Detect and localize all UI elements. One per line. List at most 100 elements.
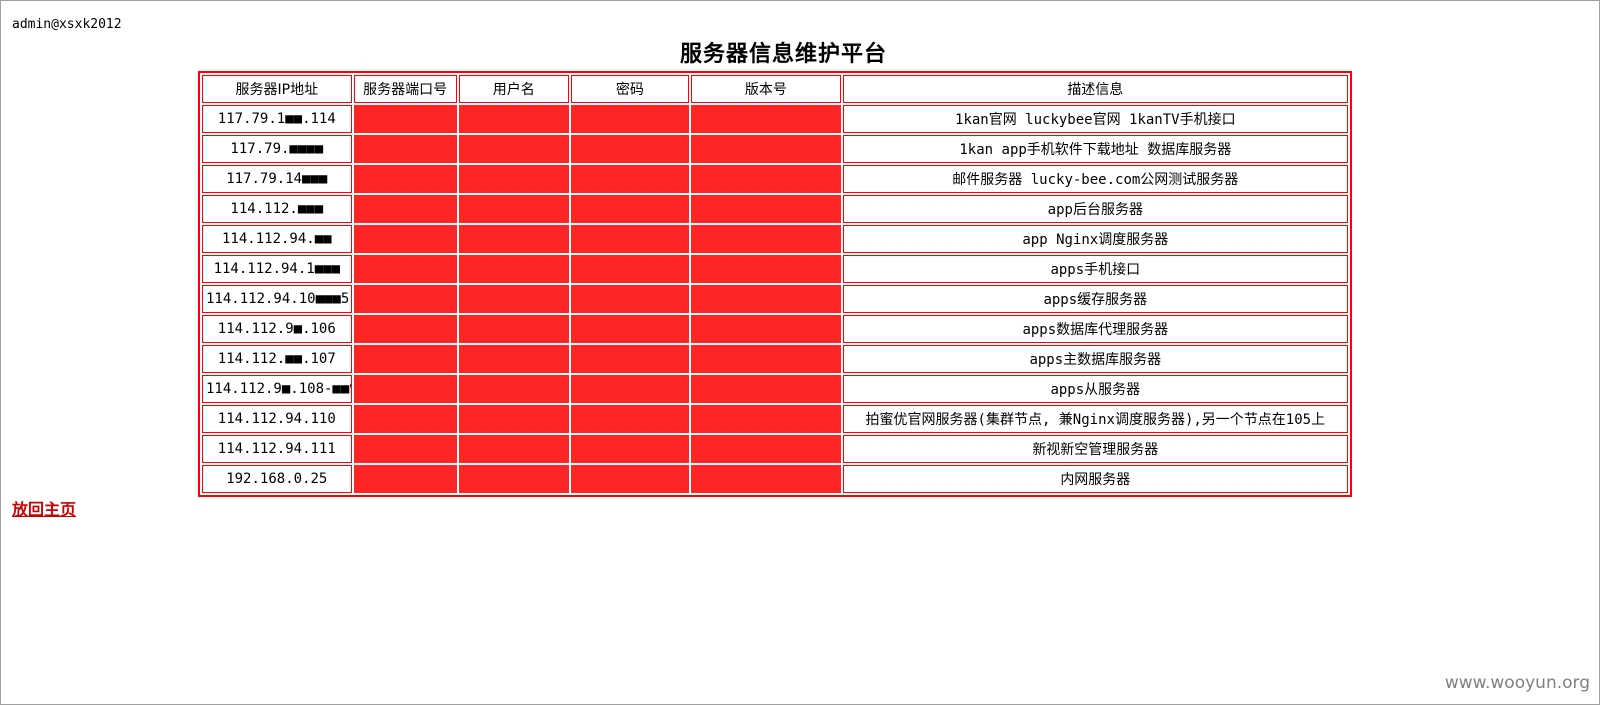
cell-ip: 117.79.14■■■	[202, 165, 352, 193]
cell-version-redacted	[691, 225, 841, 253]
page-title: 服务器信息维护平台	[679, 41, 887, 67]
header-password: 密码	[570, 75, 690, 103]
cell-version-redacted	[691, 405, 841, 433]
table-row: 114.112.94.1■■■ apps手机接口	[202, 255, 1348, 283]
table-row: 114.112.94.■■ app Nginx调度服务器	[202, 225, 1348, 253]
cell-description: apps从服务器	[842, 375, 1348, 403]
cell-ip: 114.112.■■■	[202, 195, 352, 223]
cell-description: apps数据库代理服务器	[842, 315, 1348, 343]
table-row: 117.79.1■■.114 1kan官网 luckybee官网 1kanTV手机…	[202, 105, 1348, 133]
cell-username-redacted	[458, 165, 569, 193]
cell-version-redacted	[691, 435, 841, 463]
cell-username-redacted	[458, 195, 569, 223]
cell-password-redacted	[570, 135, 690, 163]
cell-password-redacted	[570, 435, 690, 463]
cell-password-redacted	[570, 345, 690, 373]
header-ip: 服务器IP地址	[202, 75, 352, 103]
cell-version-redacted	[691, 195, 841, 223]
table-row: 114.112.9■.106 apps数据库代理服务器	[202, 315, 1348, 343]
cell-password-redacted	[570, 285, 690, 313]
server-table: 服务器IP地址 服务器端口号 用户名 密码 版本号 描述信息 117.79.1■…	[198, 71, 1352, 497]
cell-ip: 114.112.9■.106	[202, 315, 352, 343]
table-row: 114.112.94.110 拍蜜优官网服务器(集群节点, 兼Nginx调度服务器…	[202, 405, 1348, 433]
cell-version-redacted	[691, 375, 841, 403]
table-row: 117.79.■■■■ 1kan app手机软件下载地址 数据库服务器	[202, 135, 1348, 163]
cell-port-redacted	[353, 105, 457, 133]
cell-port-redacted	[353, 375, 457, 403]
cell-username-redacted	[458, 285, 569, 313]
cell-port-redacted	[353, 345, 457, 373]
cell-port-redacted	[353, 165, 457, 193]
cell-version-redacted	[691, 285, 841, 313]
table-row: 117.79.14■■■ 邮件服务器 lucky-bee.com公网测试服务器	[202, 165, 1348, 193]
cell-username-redacted	[458, 405, 569, 433]
table-row: 114.112.9■.108-■■9 apps从服务器	[202, 375, 1348, 403]
cell-username-redacted	[458, 105, 569, 133]
table-row: 114.112.94.111 新视新空管理服务器	[202, 435, 1348, 463]
table-row: 114.112.94.10■■■5 apps缓存服务器	[202, 285, 1348, 313]
cell-description: app Nginx调度服务器	[842, 225, 1348, 253]
cell-version-redacted	[691, 315, 841, 343]
header-description: 描述信息	[842, 75, 1348, 103]
header-version: 版本号	[691, 75, 841, 103]
cell-port-redacted	[353, 435, 457, 463]
table-header-row: 服务器IP地址 服务器端口号 用户名 密码 版本号 描述信息	[202, 75, 1348, 103]
back-to-home-link[interactable]: 放回主页	[12, 496, 76, 520]
cell-password-redacted	[570, 465, 690, 493]
cell-username-redacted	[458, 255, 569, 283]
watermark: www.wooyun.org	[1444, 673, 1590, 693]
current-user-label: admin@xsxk2012	[12, 17, 122, 32]
cell-password-redacted	[570, 105, 690, 133]
cell-description: apps手机接口	[842, 255, 1348, 283]
cell-username-redacted	[458, 375, 569, 403]
cell-password-redacted	[570, 405, 690, 433]
cell-description: 新视新空管理服务器	[842, 435, 1348, 463]
cell-ip: 114.112.94.1■■■	[202, 255, 352, 283]
cell-port-redacted	[353, 405, 457, 433]
cell-port-redacted	[353, 225, 457, 253]
cell-password-redacted	[570, 195, 690, 223]
cell-description: 内网服务器	[842, 465, 1348, 493]
header-username: 用户名	[458, 75, 569, 103]
cell-version-redacted	[691, 135, 841, 163]
cell-ip: 114.112.94.110	[202, 405, 352, 433]
cell-username-redacted	[458, 315, 569, 343]
cell-version-redacted	[691, 105, 841, 133]
cell-version-redacted	[691, 165, 841, 193]
table-row: 114.112.■■■ app后台服务器	[202, 195, 1348, 223]
cell-description: 1kan app手机软件下载地址 数据库服务器	[842, 135, 1348, 163]
cell-ip: 114.112.94.111	[202, 435, 352, 463]
cell-description: 拍蜜优官网服务器(集群节点, 兼Nginx调度服务器),另一个节点在105上	[842, 405, 1348, 433]
cell-port-redacted	[353, 285, 457, 313]
cell-ip: 114.112.■■.107	[202, 345, 352, 373]
cell-description: app后台服务器	[842, 195, 1348, 223]
cell-password-redacted	[570, 255, 690, 283]
cell-password-redacted	[570, 375, 690, 403]
cell-version-redacted	[691, 255, 841, 283]
cell-description: 1kan官网 luckybee官网 1kanTV手机接口	[842, 105, 1348, 133]
cell-port-redacted	[353, 255, 457, 283]
cell-ip: 114.112.94.■■	[202, 225, 352, 253]
cell-ip: 114.112.94.10■■■5	[202, 285, 352, 313]
cell-ip: 117.79.■■■■	[202, 135, 352, 163]
cell-port-redacted	[353, 315, 457, 343]
cell-username-redacted	[458, 435, 569, 463]
table-row: 114.112.■■.107 apps主数据库服务器	[202, 345, 1348, 373]
header-port: 服务器端口号	[353, 75, 457, 103]
cell-password-redacted	[570, 225, 690, 253]
cell-port-redacted	[353, 195, 457, 223]
cell-username-redacted	[458, 135, 569, 163]
cell-username-redacted	[458, 345, 569, 373]
cell-ip: 114.112.9■.108-■■9	[202, 375, 352, 403]
cell-description: apps主数据库服务器	[842, 345, 1348, 373]
cell-password-redacted	[570, 315, 690, 343]
cell-password-redacted	[570, 165, 690, 193]
cell-description: apps缓存服务器	[842, 285, 1348, 313]
cell-username-redacted	[458, 465, 569, 493]
cell-port-redacted	[353, 465, 457, 493]
cell-version-redacted	[691, 345, 841, 373]
table-row: 192.168.0.25 内网服务器	[202, 465, 1348, 493]
cell-username-redacted	[458, 225, 569, 253]
cell-port-redacted	[353, 135, 457, 163]
cell-ip: 117.79.1■■.114	[202, 105, 352, 133]
